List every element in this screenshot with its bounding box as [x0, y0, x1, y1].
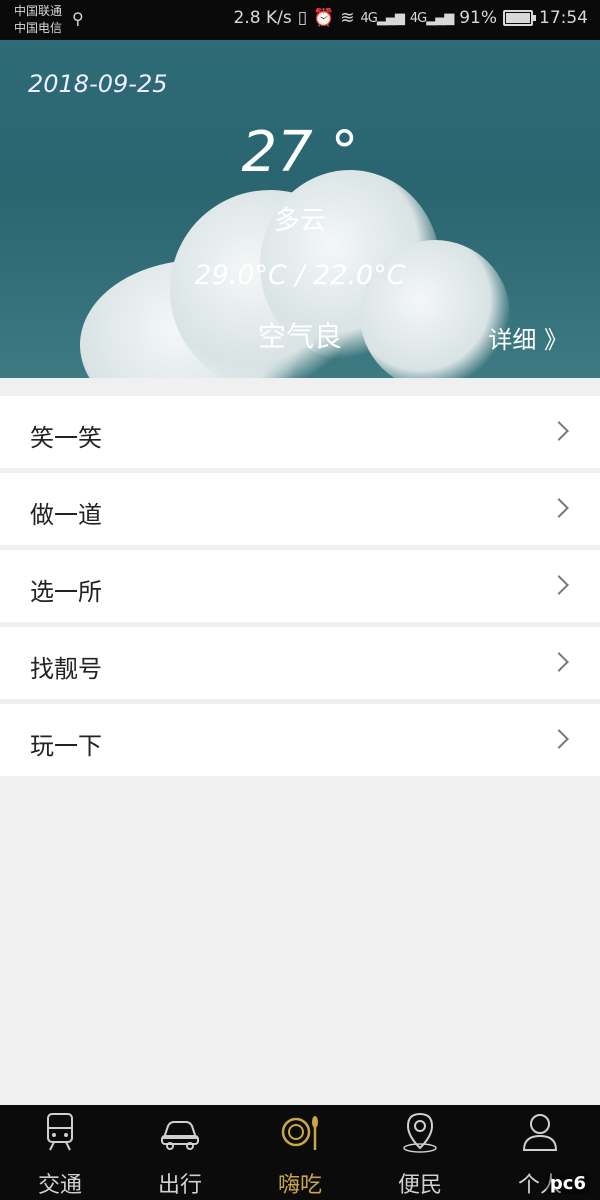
- menu-item-label: 玩一下: [30, 732, 102, 760]
- network-speed: 2.8 K/s: [233, 8, 292, 28]
- carrier-2: 中国电信: [14, 21, 63, 35]
- status-bar: 中国联通 中国电信 ⚲ 2.8 K/s ▯ ⏰ ≋ 4G▂▄▆ 4G▂▄▆ 91…: [0, 0, 600, 40]
- menu-item-label: 做一道: [30, 501, 102, 529]
- vibrate-icon: ▯: [297, 8, 308, 28]
- weather-banner: 2018-09-25 27 ° 多云 29.0°C / 22.0°C 空气良 详…: [0, 40, 600, 378]
- signal-icon-1: 4G▂▄▆: [360, 10, 404, 26]
- weather-condition: 多云: [273, 206, 326, 236]
- menu-item-school[interactable]: 选一所: [0, 550, 600, 622]
- chevron-right-icon: [549, 729, 569, 749]
- menu-item-label: 找靓号: [30, 655, 102, 683]
- car-icon: [161, 1121, 199, 1150]
- alarm-icon: ⏰: [313, 8, 335, 28]
- menu-item-number[interactable]: 找靓号: [0, 627, 600, 699]
- menu-item-label: 笑一笑: [30, 424, 102, 452]
- tab-label: 便民: [397, 1173, 442, 1198]
- chevron-right-icon: [549, 498, 569, 518]
- menu-item-joke[interactable]: 笑一笑: [0, 396, 600, 468]
- chevron-right-icon: [549, 575, 569, 595]
- menu-item-label: 选一所: [30, 578, 102, 606]
- dining-icon: [281, 1116, 318, 1150]
- tab-convenience[interactable]: 便民: [360, 1105, 480, 1200]
- watermark-logo: pc6: [545, 1173, 590, 1194]
- tab-traffic[interactable]: 交通: [0, 1105, 120, 1200]
- menu-item-cook[interactable]: 做一道: [0, 473, 600, 545]
- current-temperature: 27 °: [241, 120, 359, 185]
- menu-item-play[interactable]: 玩一下: [0, 704, 600, 776]
- chevron-right-icon: [549, 421, 569, 441]
- carrier-info: 中国联通 中国电信: [14, 3, 62, 37]
- status-indicators: 2.8 K/s ▯ ⏰ ≋ 4G▂▄▆ 4G▂▄▆ 91% 17:54: [234, 8, 588, 28]
- battery-icon: [503, 10, 536, 26]
- tab-travel[interactable]: 出行: [120, 1105, 240, 1200]
- temperature-range: 29.0°C / 22.0°C: [194, 260, 406, 291]
- wifi-icon: ≋: [340, 8, 355, 28]
- weather-date: 2018-09-25: [28, 70, 168, 98]
- person-icon: [522, 1114, 558, 1151]
- menu-list: 笑一笑 做一道 选一所 找靓号 玩一下: [0, 396, 600, 781]
- bottom-tab-bar: 交通 出行 嗨吃 便民 个人 pc6: [0, 1105, 600, 1200]
- carrier-1: 中国联通: [14, 4, 63, 18]
- signal-icon-2: 4G▂▄▆: [409, 10, 454, 26]
- chevron-right-icon: [549, 652, 569, 672]
- battery-percent: 91%: [459, 8, 497, 28]
- weather-detail-link[interactable]: 详细 》: [488, 320, 568, 355]
- train-icon: [47, 1113, 73, 1151]
- tab-food[interactable]: 嗨吃: [240, 1105, 360, 1200]
- location-icon: [403, 1112, 437, 1153]
- tab-label: 出行: [157, 1173, 202, 1198]
- tab-label: 交通: [37, 1173, 82, 1198]
- usb-icon: ⚲: [72, 9, 84, 28]
- clock: 17:54: [539, 8, 588, 28]
- tab-label: 嗨吃: [277, 1173, 322, 1198]
